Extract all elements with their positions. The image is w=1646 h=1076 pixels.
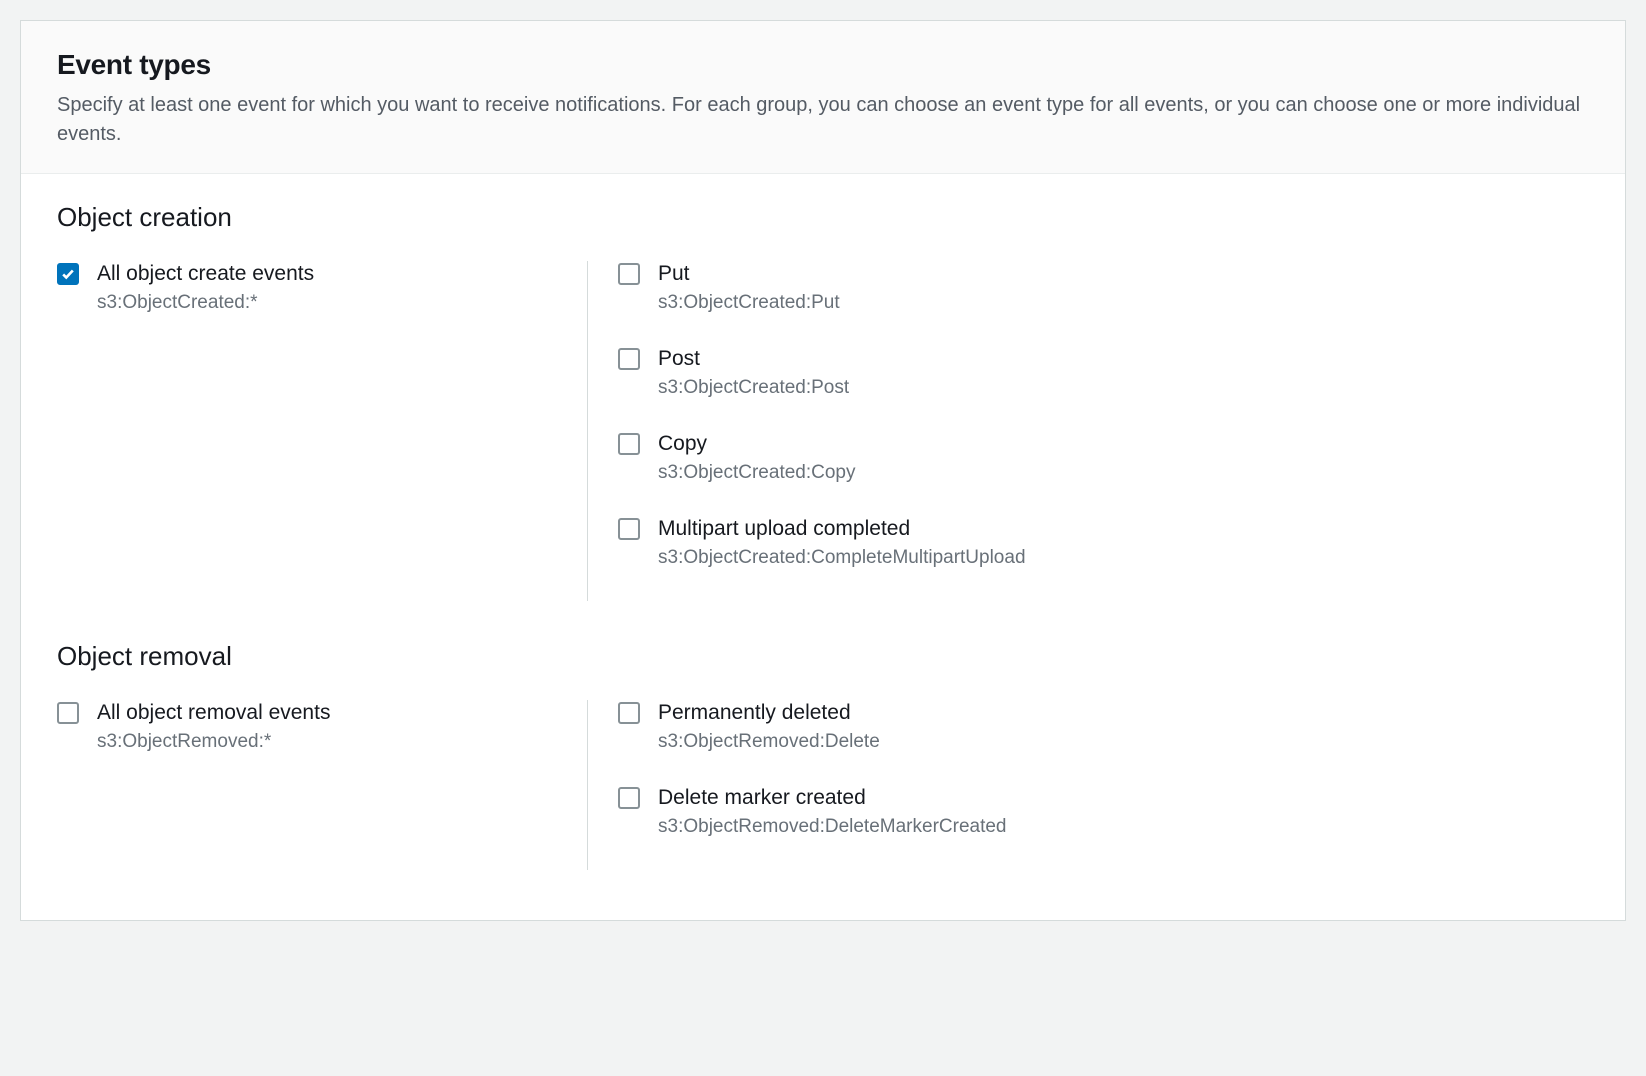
option-copy[interactable]: Copy s3:ObjectCreated:Copy bbox=[618, 431, 1589, 486]
section-columns: All object removal events s3:ObjectRemov… bbox=[57, 700, 1589, 870]
option-sub: s3:ObjectCreated:Post bbox=[658, 376, 849, 401]
option-label: All object removal events bbox=[97, 700, 330, 726]
option-sub: s3:ObjectRemoved:* bbox=[97, 730, 330, 755]
event-types-panel: Event types Specify at least one event f… bbox=[20, 20, 1626, 921]
option-sub: s3:ObjectRemoved:DeleteMarkerCreated bbox=[658, 815, 1007, 840]
section-items-column: Put s3:ObjectCreated:Put Post s3:ObjectC… bbox=[587, 261, 1589, 601]
option-put[interactable]: Put s3:ObjectCreated:Put bbox=[618, 261, 1589, 316]
option-text: Permanently deleted s3:ObjectRemoved:Del… bbox=[658, 700, 880, 755]
checkbox-all-object-create[interactable] bbox=[57, 263, 79, 285]
checkbox-multipart-upload-completed[interactable] bbox=[618, 518, 640, 540]
panel-title: Event types bbox=[57, 49, 1589, 81]
section-items-column: Permanently deleted s3:ObjectRemoved:Del… bbox=[587, 700, 1589, 870]
checkbox-permanently-deleted[interactable] bbox=[618, 702, 640, 724]
option-sub: s3:ObjectCreated:* bbox=[97, 291, 314, 316]
option-text: Delete marker created s3:ObjectRemoved:D… bbox=[658, 785, 1007, 840]
option-label: All object create events bbox=[97, 261, 314, 287]
option-sub: s3:ObjectCreated:CompleteMultipartUpload bbox=[658, 546, 1026, 571]
option-text: Copy s3:ObjectCreated:Copy bbox=[658, 431, 856, 486]
section-object-creation: Object creation All object create events… bbox=[57, 202, 1589, 601]
checkbox-copy[interactable] bbox=[618, 433, 640, 455]
checkbox-put[interactable] bbox=[618, 263, 640, 285]
panel-description: Specify at least one event for which you… bbox=[57, 91, 1589, 149]
checkbox-post[interactable] bbox=[618, 348, 640, 370]
option-permanently-deleted[interactable]: Permanently deleted s3:ObjectRemoved:Del… bbox=[618, 700, 1589, 755]
section-columns: All object create events s3:ObjectCreate… bbox=[57, 261, 1589, 601]
section-title: Object creation bbox=[57, 202, 1589, 233]
section-object-removal: Object removal All object removal events… bbox=[57, 641, 1589, 870]
checkbox-all-object-removal[interactable] bbox=[57, 702, 79, 724]
check-icon bbox=[61, 267, 75, 281]
option-label: Permanently deleted bbox=[658, 700, 880, 726]
option-text: Put s3:ObjectCreated:Put bbox=[658, 261, 840, 316]
section-all-column: All object create events s3:ObjectCreate… bbox=[57, 261, 587, 601]
panel-body: Object creation All object create events… bbox=[21, 174, 1625, 920]
option-text: Multipart upload completed s3:ObjectCrea… bbox=[658, 516, 1026, 571]
option-text: All object create events s3:ObjectCreate… bbox=[97, 261, 314, 316]
option-label: Post bbox=[658, 346, 849, 372]
option-sub: s3:ObjectRemoved:Delete bbox=[658, 730, 880, 755]
section-all-column: All object removal events s3:ObjectRemov… bbox=[57, 700, 587, 870]
checkbox-delete-marker-created[interactable] bbox=[618, 787, 640, 809]
option-text: All object removal events s3:ObjectRemov… bbox=[97, 700, 330, 755]
option-label: Put bbox=[658, 261, 840, 287]
option-sub: s3:ObjectCreated:Put bbox=[658, 291, 840, 316]
option-post[interactable]: Post s3:ObjectCreated:Post bbox=[618, 346, 1589, 401]
option-all-object-create[interactable]: All object create events s3:ObjectCreate… bbox=[57, 261, 557, 316]
option-all-object-removal[interactable]: All object removal events s3:ObjectRemov… bbox=[57, 700, 557, 755]
option-text: Post s3:ObjectCreated:Post bbox=[658, 346, 849, 401]
option-label: Delete marker created bbox=[658, 785, 1007, 811]
option-delete-marker-created[interactable]: Delete marker created s3:ObjectRemoved:D… bbox=[618, 785, 1589, 840]
panel-header: Event types Specify at least one event f… bbox=[21, 21, 1625, 174]
option-sub: s3:ObjectCreated:Copy bbox=[658, 461, 856, 486]
option-multipart-upload-completed[interactable]: Multipart upload completed s3:ObjectCrea… bbox=[618, 516, 1589, 571]
option-label: Copy bbox=[658, 431, 856, 457]
option-label: Multipart upload completed bbox=[658, 516, 1026, 542]
section-title: Object removal bbox=[57, 641, 1589, 672]
